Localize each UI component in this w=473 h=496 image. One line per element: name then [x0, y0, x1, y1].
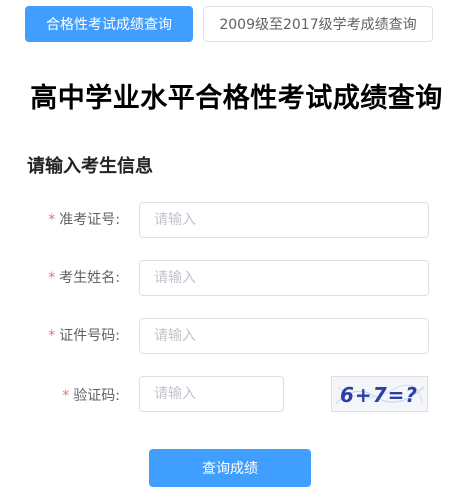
required-mark: *	[48, 270, 56, 286]
page-title: 高中学业水平合格性考试成绩查询	[30, 83, 443, 114]
required-mark: *	[62, 388, 70, 404]
required-mark: *	[48, 328, 56, 344]
id-no-label: * 证件号码:	[0, 326, 120, 346]
admission-no-input[interactable]	[139, 202, 429, 238]
required-mark: *	[48, 212, 56, 228]
query-score-button-label: 查询成绩	[202, 461, 258, 477]
tab-2009-2017-score-query[interactable]: 2009级至2017级学考成绩查询	[203, 6, 433, 42]
captcha-text: 6+7=?	[340, 383, 418, 407]
tab-qualification-score-query[interactable]: 合格性考试成绩查询	[25, 6, 193, 42]
verify-code-label-text: 验证码:	[73, 388, 120, 404]
captcha-image[interactable]: 6+7=?	[331, 376, 428, 412]
query-score-button[interactable]: 查询成绩	[149, 449, 311, 487]
name-input[interactable]	[139, 260, 429, 296]
id-no-label-text: 证件号码:	[59, 328, 120, 344]
admission-no-label-text: 准考证号:	[59, 212, 120, 228]
name-label-text: 考生姓名:	[59, 270, 120, 286]
verify-code-input[interactable]	[139, 376, 284, 412]
tab-label: 2009级至2017级学考成绩查询	[219, 17, 417, 33]
id-no-input[interactable]	[139, 318, 429, 354]
tab-label: 合格性考试成绩查询	[46, 17, 172, 33]
admission-no-label: * 准考证号:	[0, 210, 120, 230]
verify-code-label: * 验证码:	[0, 386, 120, 406]
name-label: * 考生姓名:	[0, 268, 120, 288]
section-title: 请输入考生信息	[27, 156, 153, 177]
